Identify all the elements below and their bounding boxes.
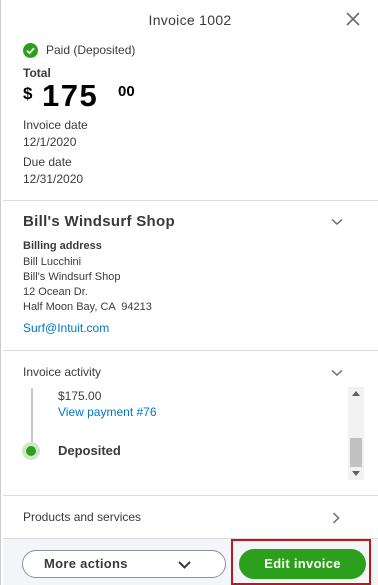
activity-timeline-line [31, 388, 33, 442]
billing-address-label: Billing address [23, 240, 102, 252]
status-text: Paid (Deposited) [46, 43, 136, 57]
chevron-down-icon[interactable] [331, 218, 343, 226]
customer-email-link[interactable]: Surf@Intuit.com [23, 321, 109, 335]
scroll-down-arrow-icon[interactable] [352, 471, 360, 476]
drawer-header: Invoice 1002 [1, 0, 378, 40]
amount-whole: 175 [42, 78, 99, 113]
divider [3, 495, 378, 496]
edit-invoice-button[interactable]: Edit invoice [239, 549, 366, 579]
products-and-services-link[interactable]: Products and services [23, 510, 141, 524]
scrollbar-thumb[interactable] [350, 438, 362, 467]
scroll-up-arrow-icon[interactable] [352, 391, 360, 396]
activity-status: Deposited [58, 443, 121, 458]
check-circle-icon [23, 42, 38, 58]
due-date-value: 12/31/2020 [23, 172, 84, 186]
view-payment-link[interactable]: View payment #76 [58, 405, 157, 419]
amount-cents: 00 [118, 83, 135, 100]
divider [3, 350, 378, 351]
chevron-right-icon[interactable] [332, 512, 340, 524]
more-actions-label: More actions [44, 556, 128, 571]
more-actions-button[interactable]: More actions [22, 550, 226, 578]
address-line: Bill's Windsurf Shop [23, 271, 121, 283]
address-line: Half Moon Bay, CA 94213 [23, 301, 152, 313]
drawer-title: Invoice 1002 [148, 12, 232, 28]
activity-amount: $175.00 [58, 389, 102, 403]
currency-symbol: $ [23, 84, 33, 103]
invoice-date-label: Invoice date [23, 118, 88, 132]
timeline-dot-icon [22, 442, 40, 460]
invoice-activity-title: Invoice activity [23, 365, 102, 379]
due-date-label: Due date [23, 155, 72, 169]
close-icon[interactable] [345, 11, 361, 27]
address-line: Bill Lucchini [23, 256, 82, 268]
chevron-down-icon [178, 561, 191, 569]
address-line: 12 Ocean Dr. [23, 286, 88, 298]
chevron-down-icon[interactable] [331, 369, 343, 377]
customer-name: Bill's Windsurf Shop [23, 213, 175, 230]
payment-status: Paid (Deposited) [23, 42, 135, 58]
invoice-date-value: 12/1/2020 [23, 135, 77, 149]
invoice-drawer: Invoice 1002 Paid (Deposited) Total $ 17… [0, 0, 378, 585]
divider [3, 200, 378, 201]
